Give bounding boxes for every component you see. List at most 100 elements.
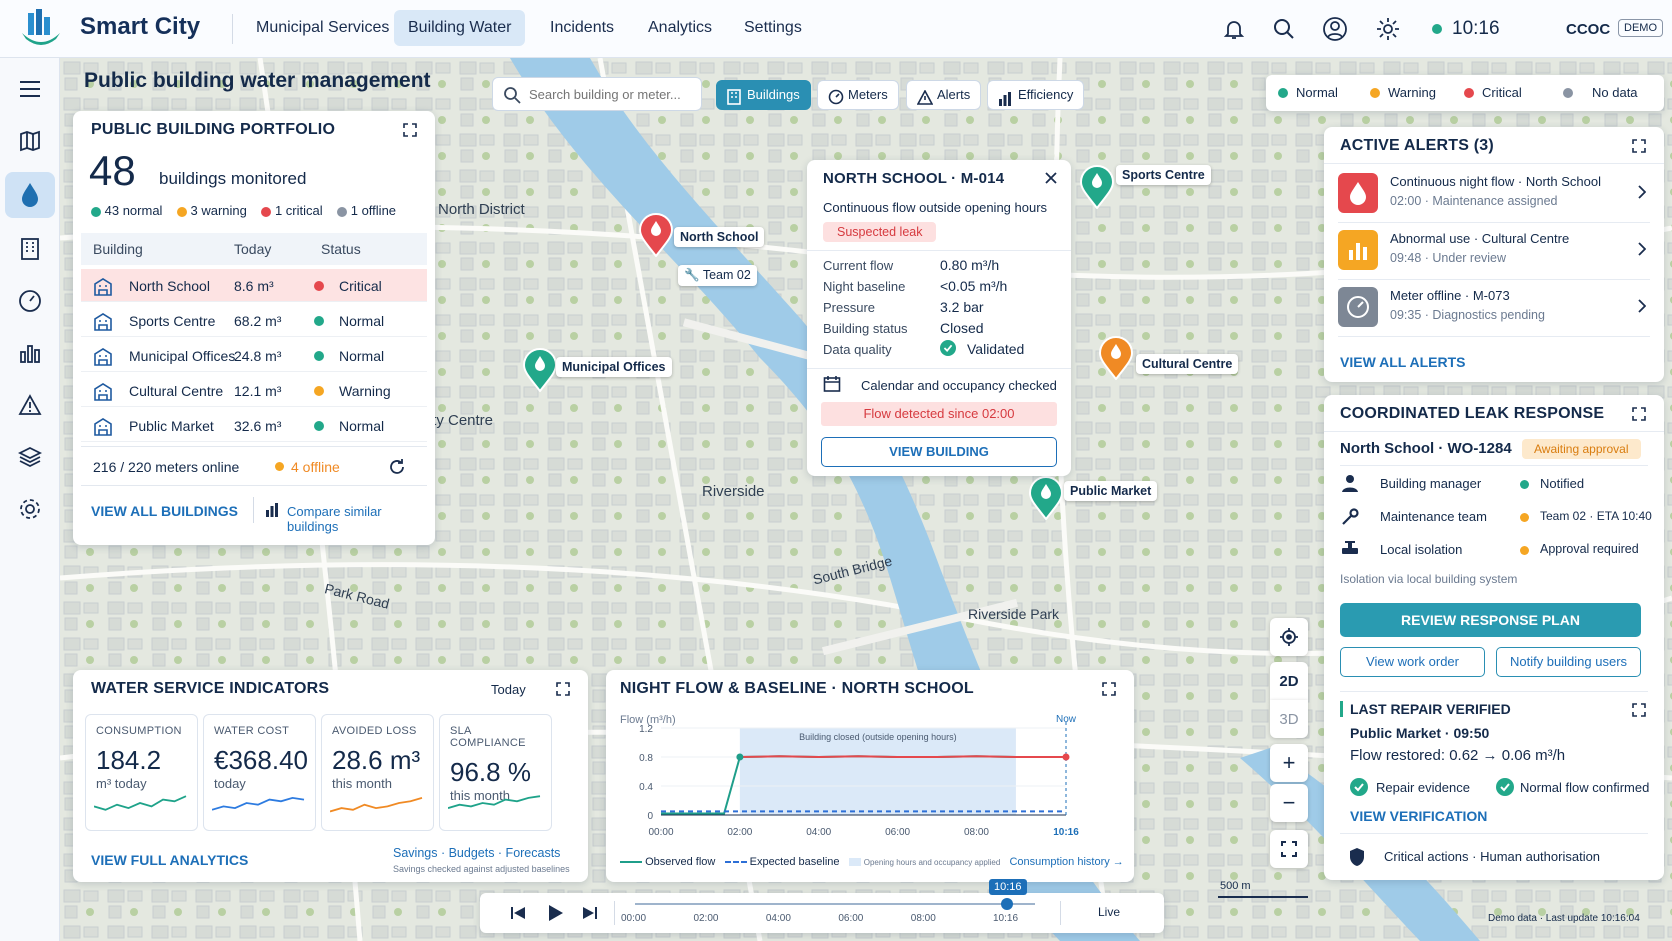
zoom-in-button[interactable]: +	[1270, 744, 1308, 782]
user-icon[interactable]	[1322, 16, 1348, 45]
view-full-analytics-link[interactable]: VIEW FULL ANALYTICS	[91, 852, 248, 868]
layers-icon[interactable]	[5, 434, 55, 480]
env-badge: DEMO	[1618, 19, 1663, 37]
pin-label-municipal-offices[interactable]: Municipal Offices	[556, 357, 672, 377]
leak-response-panel: COORDINATED LEAK RESPONSE North School ·…	[1324, 395, 1664, 880]
kpi-card[interactable]: CONSUMPTION 184.2 m³ today	[85, 714, 198, 831]
skip-forward-icon[interactable]	[582, 905, 598, 924]
skip-back-icon[interactable]	[510, 905, 526, 924]
repair-check: Normal flow confirmed	[1520, 780, 1650, 795]
water-drop-icon[interactable]	[5, 172, 55, 218]
view-building-button[interactable]: VIEW BUILDING	[821, 437, 1057, 467]
pin-north-school[interactable]	[638, 213, 674, 260]
data-point	[1062, 753, 1070, 761]
gear-icon[interactable]	[1375, 16, 1401, 45]
divider	[81, 485, 427, 486]
zoom-out-button[interactable]: −	[1270, 784, 1308, 822]
pin-label-public-market[interactable]: Public Market	[1064, 481, 1158, 501]
nav-municipal-services[interactable]: Municipal Services	[242, 10, 403, 46]
alert-meta: 09:48 · Under review	[1390, 251, 1507, 265]
filter-efficiency[interactable]: Efficiency	[987, 80, 1085, 110]
compare-buildings-link[interactable]: Compare similar buildings	[287, 504, 435, 534]
expand-icon[interactable]	[1102, 682, 1116, 696]
kpi-caption: AVOIDED LOSS	[332, 725, 417, 737]
play-icon[interactable]	[548, 904, 564, 925]
analytics-links[interactable]: Savings · Budgets · Forecasts	[393, 846, 560, 860]
gauge-icon[interactable]	[5, 278, 55, 324]
view-work-order-button[interactable]: View work order	[1340, 647, 1485, 677]
table-row[interactable]: Municipal Offices 24.8 m³ Normal	[81, 339, 427, 372]
expand-icon[interactable]	[1632, 139, 1646, 153]
pin-label-sports-centre[interactable]: Sports Centre	[1116, 165, 1211, 185]
alert-item[interactable]: Meter offline · M-073 09:35 · Diagnostics…	[1338, 281, 1650, 337]
nav-building-water[interactable]: Building Water	[394, 10, 526, 46]
view-verification-link[interactable]: VIEW VERIFICATION	[1350, 808, 1487, 824]
period-selector[interactable]: Today	[491, 682, 526, 697]
search-box[interactable]	[492, 77, 702, 111]
expand-icon[interactable]	[1632, 703, 1646, 717]
refresh-icon[interactable]	[387, 457, 407, 480]
consumption-history-link[interactable]: Consumption history →	[1009, 856, 1123, 868]
filter-buildings[interactable]: Buildings	[716, 80, 811, 110]
live-label[interactable]: Live	[1098, 905, 1120, 919]
flow-banner: Flow detected since 02:00	[821, 402, 1057, 426]
table-row[interactable]: Public Market 32.6 m³ Normal	[81, 409, 427, 442]
view-3d-button[interactable]: 3D	[1270, 700, 1308, 738]
analytics-note: Savings checked against adjusted baselin…	[393, 864, 570, 874]
notify-building-users-button[interactable]: Notify building users	[1496, 647, 1641, 677]
alert-item[interactable]: Abnormal use · Cultural Centre 09:48 · Un…	[1338, 224, 1650, 280]
divider	[81, 446, 427, 447]
search-input[interactable]	[529, 84, 693, 104]
alert-item[interactable]: Continuous night flow · North School 02:0…	[1338, 167, 1650, 223]
locate-icon[interactable]	[1270, 618, 1308, 656]
pin-sports-centre[interactable]	[1079, 165, 1115, 212]
kpi-caption: SLA COMPLIANCE	[450, 725, 526, 749]
x-tick-label: 02:00	[727, 827, 752, 838]
repair-flow: Flow restored: 0.62 → 0.06 m³/h	[1350, 747, 1566, 764]
map-icon[interactable]	[5, 118, 55, 164]
timeline-track[interactable]	[635, 903, 1035, 905]
table-row[interactable]: North School 8.6 m³ Critical	[81, 269, 427, 302]
expand-icon[interactable]	[403, 123, 417, 137]
review-response-plan-button[interactable]: REVIEW RESPONSE PLAN	[1340, 603, 1641, 637]
filter-alerts[interactable]: Alerts	[906, 80, 982, 110]
pin-label-north-school[interactable]: North School	[674, 227, 765, 247]
view-all-alerts-link[interactable]: VIEW ALL ALERTS	[1340, 354, 1465, 370]
nav-incidents[interactable]: Incidents	[536, 10, 628, 46]
x-tick-label: 08:00	[964, 827, 989, 838]
warning-icon[interactable]	[5, 382, 55, 428]
menu-icon[interactable]	[5, 66, 55, 112]
portfolio-summary: 43 normal 3 warning 1 critical 1 offline	[91, 203, 396, 218]
pin-label-cultural-centre[interactable]: Cultural Centre	[1136, 354, 1239, 374]
timeline-current: 10:16	[989, 879, 1027, 895]
pin-cultural-centre[interactable]	[1098, 336, 1134, 383]
leak-tag: Suspected leak	[823, 222, 937, 242]
nav-settings[interactable]: Settings	[730, 10, 816, 46]
bell-icon[interactable]	[1222, 17, 1246, 44]
filter-meters[interactable]: Meters	[817, 80, 899, 110]
nav-analytics[interactable]: Analytics	[634, 10, 726, 46]
close-icon[interactable]	[1045, 172, 1057, 187]
building-icon[interactable]	[5, 226, 55, 272]
kpi-card[interactable]: WATER COST €368.40 today	[203, 714, 316, 831]
bar-chart-icon[interactable]	[5, 330, 55, 376]
fullscreen-icon[interactable]	[1270, 830, 1308, 868]
kpi-card[interactable]: AVOIDED LOSS 28.6 m³ this month	[321, 714, 434, 831]
timeline-handle[interactable]	[1001, 898, 1013, 910]
view-2d-button[interactable]: 2D	[1270, 662, 1308, 700]
table-row[interactable]: Sports Centre 68.2 m³ Normal	[81, 304, 427, 337]
settings-icon[interactable]	[5, 486, 55, 532]
calendar-checked: Calendar and occupancy checked	[861, 378, 1057, 393]
team-badge[interactable]: 🔧 Team 02	[678, 265, 757, 286]
kpi-card[interactable]: SLA COMPLIANCE 96.8 % this month	[439, 714, 552, 831]
pin-public-market[interactable]	[1028, 476, 1064, 523]
expand-icon[interactable]	[556, 682, 570, 696]
table-row[interactable]: Cultural Centre 12.1 m³ Warning	[81, 374, 427, 407]
building-name: Sports Centre	[129, 313, 216, 329]
pin-municipal-offices[interactable]	[522, 348, 558, 395]
kpi-value: 184.2	[96, 745, 162, 775]
view-all-buildings-link[interactable]: VIEW ALL BUILDINGS	[91, 503, 238, 519]
expand-icon[interactable]	[1632, 407, 1646, 421]
search-icon[interactable]	[1272, 17, 1296, 44]
legend-warning: Warning	[1388, 85, 1436, 100]
